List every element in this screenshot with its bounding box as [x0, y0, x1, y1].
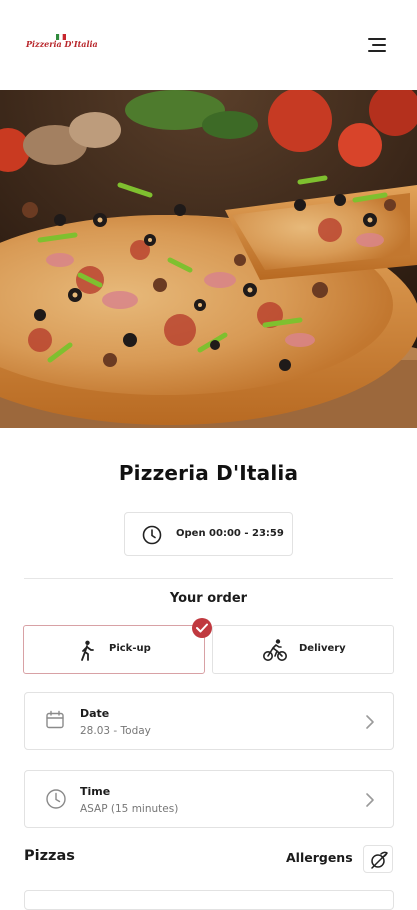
chevron-right-icon	[366, 715, 374, 729]
clock-icon	[46, 789, 66, 809]
pizza-list-item[interactable]	[24, 890, 394, 910]
your-order-heading: Your order	[169, 591, 248, 606]
time-value: ASAP (15 minutes)	[80, 803, 179, 815]
delivery-option-button[interactable]: Delivery	[212, 625, 394, 674]
allergen-filter-button[interactable]	[363, 845, 393, 873]
section-divider	[24, 578, 393, 579]
brand-logo[interactable]: Pizzeria D'Italia	[26, 34, 98, 56]
time-label: Time	[80, 785, 111, 798]
allergen-filter-icon	[371, 851, 388, 869]
opening-hours-badge: Open 00:00 - 23:59	[124, 512, 293, 556]
date-label: Date	[80, 707, 110, 720]
walking-person-icon	[81, 640, 94, 661]
delivery-option-label: Delivery	[299, 643, 346, 654]
chevron-right-icon	[366, 793, 374, 807]
calendar-icon	[46, 710, 64, 729]
cyclist-icon	[263, 639, 287, 661]
selected-checkmark-icon	[192, 618, 212, 638]
time-selector[interactable]: Time ASAP (15 minutes)	[24, 770, 394, 828]
clock-icon	[142, 525, 162, 545]
hamburger-menu-icon[interactable]	[368, 37, 388, 53]
opening-hours-text: Open 00:00 - 23:59	[176, 528, 284, 539]
pizzas-section-title: Pizzas	[24, 848, 75, 864]
logo-text: Pizzeria D'Italia	[26, 39, 98, 49]
app-header: Pizzeria D'Italia	[0, 0, 417, 90]
hero-pizza-image	[0, 90, 417, 428]
restaurant-name: Pizzeria D'Italia	[118, 461, 299, 485]
allergens-label[interactable]: Allergens	[286, 850, 353, 865]
pizza-photo	[0, 90, 417, 428]
date-value: 28.03 - Today	[80, 725, 151, 737]
date-selector[interactable]: Date 28.03 - Today	[24, 692, 394, 750]
pickup-option-button[interactable]: Pick-up	[23, 625, 205, 674]
pickup-option-label: Pick-up	[109, 643, 151, 654]
